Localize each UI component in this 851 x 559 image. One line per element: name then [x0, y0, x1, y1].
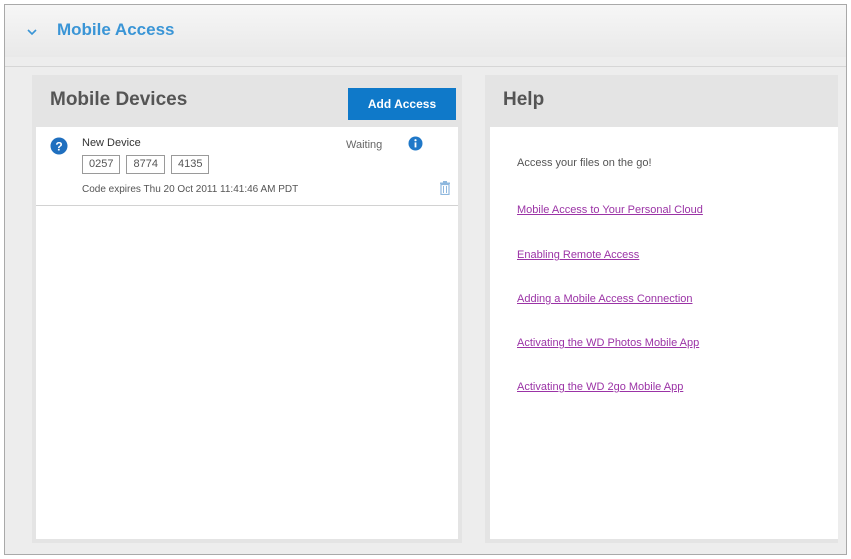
- help-title: Help: [503, 89, 545, 110]
- info-icon[interactable]: [408, 136, 423, 151]
- mobile-devices-title: Mobile Devices: [50, 89, 188, 110]
- device-status: Waiting: [346, 139, 383, 151]
- section-header[interactable]: Mobile Access: [5, 5, 846, 57]
- divider: [5, 66, 846, 67]
- add-access-button[interactable]: Add Access: [348, 88, 456, 120]
- help-link-remote-access[interactable]: Enabling Remote Access: [517, 249, 639, 261]
- mobile-devices-panel: Mobile Devices Add Access ? New Device 0…: [32, 75, 462, 543]
- device-list: ? New Device 0257 8774 4135 Waiting Code…: [36, 127, 458, 539]
- svg-text:?: ?: [55, 140, 62, 154]
- help-body: Access your files on the go! Mobile Acce…: [490, 127, 838, 539]
- mobile-access-frame: Mobile Access Mobile Devices Add Access …: [4, 4, 847, 555]
- help-link-add-connection[interactable]: Adding a Mobile Access Connection: [517, 293, 693, 305]
- code-segment: 8774: [126, 155, 165, 174]
- help-link-wd-2go[interactable]: Activating the WD 2go Mobile App: [517, 381, 683, 393]
- code-segment: 0257: [82, 155, 121, 174]
- device-row[interactable]: ? New Device 0257 8774 4135 Waiting Code…: [36, 127, 458, 206]
- help-intro: Access your files on the go!: [517, 157, 652, 169]
- help-panel: Help Access your files on the go! Mobile…: [485, 75, 838, 543]
- trash-icon[interactable]: [439, 181, 451, 195]
- help-link-wd-photos[interactable]: Activating the WD Photos Mobile App: [517, 337, 699, 349]
- code-segment: 4135: [170, 155, 210, 174]
- device-name: New Device: [82, 137, 141, 149]
- access-code: 0257 8774 4135: [82, 155, 210, 174]
- question-icon[interactable]: ?: [50, 137, 68, 155]
- collapse-chevron-icon[interactable]: [27, 27, 37, 37]
- help-link-mobile-access[interactable]: Mobile Access to Your Personal Cloud: [517, 204, 703, 216]
- code-expiry: Code expires Thu 20 Oct 2011 11:41:46 AM…: [82, 184, 299, 195]
- section-title[interactable]: Mobile Access: [57, 20, 174, 40]
